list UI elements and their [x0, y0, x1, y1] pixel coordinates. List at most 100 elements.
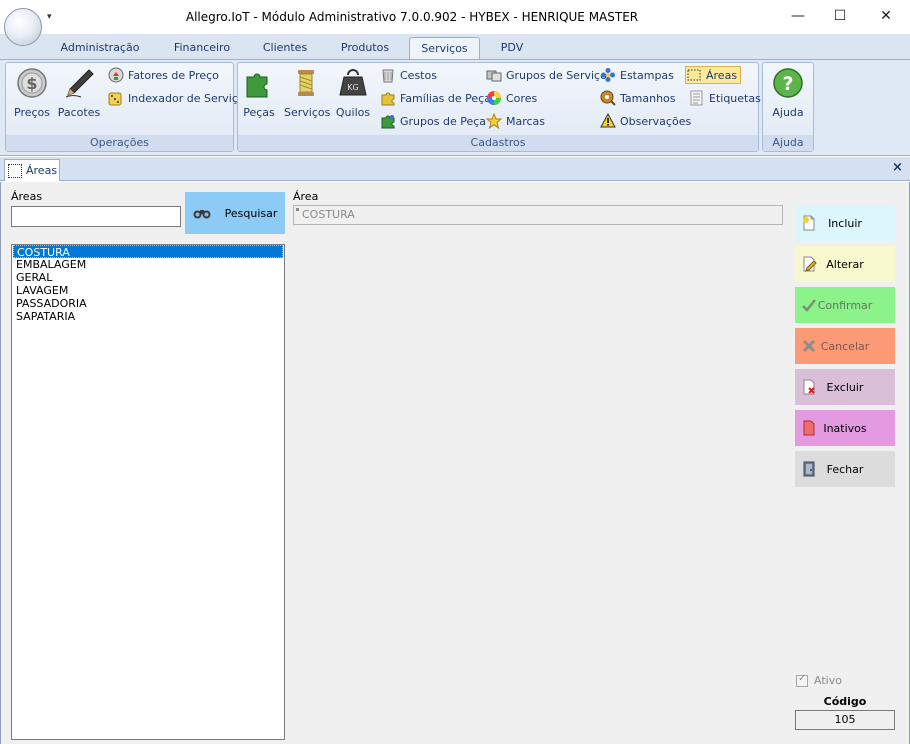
document-tab-areas[interactable]: Áreas [4, 159, 60, 181]
ativo-checkbox[interactable]: Ativo [796, 673, 842, 687]
area-doc-icon [8, 163, 22, 178]
cores-button[interactable]: Cores [486, 89, 537, 107]
fechar-label: Fechar [826, 462, 864, 476]
pecas-label: Peças [243, 106, 275, 119]
quilos-label: Quilos [335, 106, 371, 119]
tab-financeiro[interactable]: Financeiro [162, 37, 242, 60]
coin-icon: $ [17, 68, 47, 98]
marcas-label: Marcas [506, 114, 546, 128]
areas-list[interactable]: COSTURA EMBALAGEM GERAL LAVAGEM PASSADORIA SA… [11, 244, 285, 740]
basket-icon [382, 69, 394, 83]
warning-icon [600, 113, 616, 128]
svg-text:KG: KG [347, 83, 358, 92]
pesquisar-label: Pesquisar [224, 206, 278, 220]
group-label-cadastros: Cadastros [238, 135, 758, 151]
maximize-button[interactable]: ☐ [820, 4, 860, 28]
fatores-de-preco-label: Fatores de Preço [128, 68, 219, 82]
pacotes-label: Pacotes [57, 106, 101, 119]
label-list-icon [690, 90, 703, 106]
codigo-label: Código [823, 695, 867, 708]
document-tab-strip [0, 157, 910, 181]
close-document-icon[interactable]: × [892, 160, 903, 175]
application-menu-orb[interactable] [4, 8, 42, 46]
svg-text:?: ? [782, 73, 793, 95]
familias-de-peca-button[interactable]: Famílias de Peça [380, 89, 491, 107]
cancel-x-icon [802, 339, 816, 353]
pesquisar-button[interactable]: Pesquisar [185, 192, 285, 234]
indexador-de-servico-button[interactable]: Indexador de Serviço [108, 89, 245, 107]
observacoes-label: Observações [620, 114, 692, 128]
grupos-de-servico-button[interactable]: Grupos de Serviço [486, 66, 607, 84]
tamanhos-label: Tamanhos [620, 91, 676, 105]
quick-access-dropdown-icon[interactable]: ▾ [47, 12, 52, 22]
fechar-button[interactable]: Fechar [795, 451, 895, 487]
excluir-button[interactable]: Excluir [795, 369, 895, 405]
list-item[interactable]: PASSADORIA [13, 297, 283, 310]
list-item[interactable]: SAPATARIA [13, 310, 283, 323]
incluir-button[interactable]: Incluir [795, 205, 895, 241]
observacoes-button[interactable]: Observações [600, 112, 691, 130]
cancelar-button[interactable]: Cancelar [795, 328, 895, 364]
marcas-button[interactable]: Marcas [486, 112, 545, 130]
minimize-button[interactable]: — [778, 4, 818, 28]
confirmar-button[interactable]: Confirmar [795, 287, 895, 323]
pacotes-button[interactable]: Pacotes [57, 67, 101, 119]
measuring-tape-icon [600, 90, 616, 106]
selection-area-icon [687, 69, 701, 81]
list-item[interactable]: EMBALAGEM [13, 258, 283, 271]
door-exit-icon [803, 461, 815, 477]
fatores-de-preco-button[interactable]: Fatores de Preço [108, 66, 219, 84]
color-wheel-icon [487, 91, 501, 105]
pen-icon [65, 69, 94, 98]
group-label-ajuda: Ajuda [763, 135, 813, 151]
checkmark-icon [802, 299, 816, 312]
tamanhos-button[interactable]: Tamanhos [600, 89, 676, 107]
dice-icon [108, 92, 122, 106]
ajuda-button[interactable]: ? Ajuda [768, 67, 808, 119]
edit-document-icon [803, 256, 817, 272]
alterar-button[interactable]: Alterar [795, 246, 895, 282]
tab-administracao[interactable]: Administração [52, 37, 148, 60]
inativos-button[interactable]: Inativos [795, 410, 895, 446]
areas-button[interactable]: Áreas [685, 66, 742, 84]
estampas-label: Estampas [620, 68, 674, 82]
list-item[interactable]: LAVAGEM [13, 284, 283, 297]
help-icon: ? [773, 68, 803, 98]
list-item[interactable]: COSTURA [13, 245, 283, 259]
servicos-label: Serviços [284, 106, 331, 119]
area-field-label: Área [293, 190, 319, 203]
codigo-field: 105 [795, 710, 895, 730]
search-label: Áreas [11, 190, 43, 203]
cancelar-label: Cancelar [820, 339, 870, 353]
servicos-button[interactable]: Serviços [284, 67, 331, 119]
inactive-document-icon [803, 420, 815, 436]
etiquetas-label: Etiquetas [709, 91, 761, 105]
grupos-de-servico-label: Grupos de Serviço [506, 68, 607, 82]
area-field[interactable]: COSTURA [293, 205, 783, 225]
tab-pdv[interactable]: PDV [492, 37, 532, 60]
estampas-button[interactable]: Estampas [600, 66, 674, 84]
tab-clientes[interactable]: Clientes [254, 37, 316, 60]
group-label-operacoes: Operações [6, 135, 233, 151]
tab-servicos[interactable]: Serviços [409, 37, 480, 60]
indexador-de-servico-label: Indexador de Serviço [128, 91, 245, 105]
inativos-label: Inativos [823, 421, 867, 435]
ajuda-label: Ajuda [772, 106, 804, 119]
alterar-label: Alterar [826, 257, 864, 271]
price-factor-icon [108, 67, 124, 83]
quilos-button[interactable]: KG Quilos [335, 67, 371, 119]
puzzle-family-icon [381, 92, 395, 106]
precos-button[interactable]: $ Preços [12, 67, 52, 119]
cestos-button[interactable]: Cestos [380, 66, 437, 84]
pecas-button[interactable]: Peças [242, 67, 276, 119]
search-input[interactable] [11, 206, 181, 227]
window-title: Allegro.IoT - Módulo Administrativo 7.0.… [185, 10, 639, 24]
close-window-button[interactable]: ✕ [866, 4, 906, 28]
weight-icon: KG [339, 69, 367, 96]
list-item[interactable]: GERAL [13, 271, 283, 284]
incluir-label: Incluir [828, 216, 862, 230]
etiquetas-button[interactable]: Etiquetas [689, 89, 761, 107]
grupos-de-peca-button[interactable]: Grupos de Peça [380, 112, 486, 130]
confirmar-label: Confirmar [817, 298, 873, 312]
tab-produtos[interactable]: Produtos [330, 37, 400, 60]
